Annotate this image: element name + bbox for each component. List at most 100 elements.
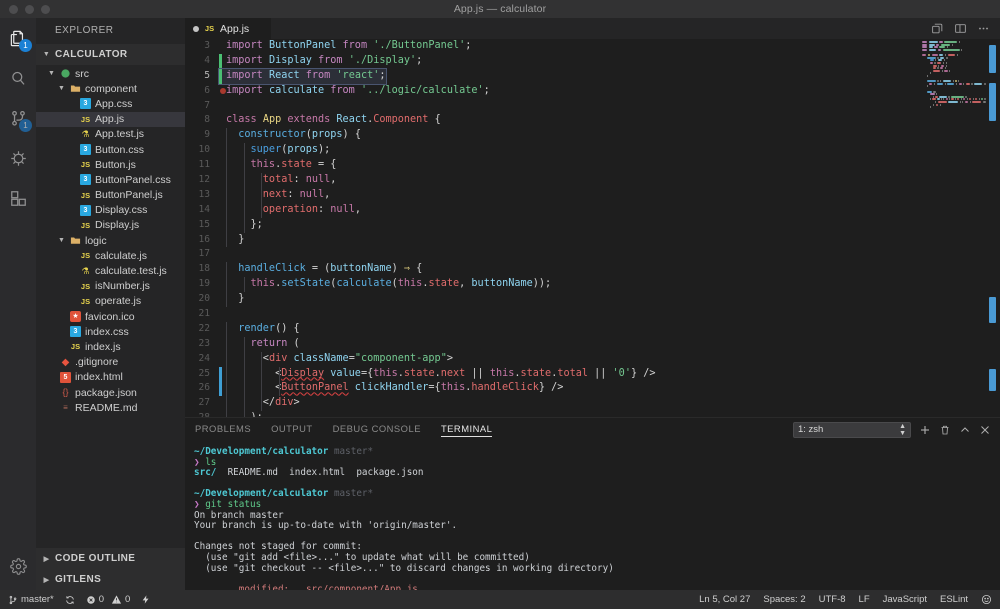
status-lightning[interactable] (141, 594, 151, 605)
code-line[interactable]: 28 ); (185, 411, 918, 417)
tree-item-calculate-test-js[interactable]: ⚗ calculate.test.js (36, 263, 185, 278)
activity-item-source-control[interactable]: 1 (0, 98, 36, 138)
status-problems[interactable]: 0 0 (86, 594, 130, 605)
overview-ruler-mark[interactable] (989, 45, 996, 73)
code-line[interactable]: 24 <div className="component-app"> (185, 351, 918, 367)
chevron-down-icon[interactable]: ▼ (57, 237, 66, 244)
code-line[interactable]: 13 next: null, (185, 187, 918, 203)
overview-ruler-mark[interactable] (989, 369, 996, 391)
activity-item-debug[interactable] (0, 138, 36, 178)
tree-item-readme-md[interactable]: ≡ README.md (36, 400, 185, 415)
tab-app-js[interactable]: JS App.js (185, 18, 271, 39)
terminal-select[interactable]: 1: zsh ▲ ▼ (793, 421, 911, 438)
code-line[interactable]: 22 render() { (185, 321, 918, 337)
tree-item-index-html[interactable]: 5 index.html (36, 370, 185, 385)
code-editor[interactable]: 3 import ButtonPanel from './ButtonPanel'… (185, 39, 918, 417)
tree-item-favicon-ico[interactable]: ★ favicon.ico (36, 309, 185, 324)
code-line[interactable]: 19 this.setState(calculate(this.state, b… (185, 277, 918, 293)
tree-item-index-css[interactable]: 3 index.css (36, 324, 185, 339)
layout-panel-icon[interactable] (954, 22, 967, 35)
panel-tab-terminal[interactable]: TERMINAL (440, 423, 493, 437)
tree-item-button-js[interactable]: JS Button.js (36, 157, 185, 172)
code-line[interactable]: 14 operation: null, (185, 202, 918, 218)
activity-item-settings[interactable] (0, 546, 36, 586)
panel-tab-debug-console[interactable]: DEBUG CONSOLE (333, 423, 421, 436)
sidebar-section-gitlens[interactable]: ▶ GITLENS (36, 569, 185, 590)
panel-tab-problems[interactable]: PROBLEMS (195, 423, 251, 436)
code-text: handleClick = (buttonName) ⇒ { (226, 263, 423, 275)
code-line[interactable]: 27 </div> (185, 396, 918, 412)
code-line[interactable]: 15 }; (185, 217, 918, 233)
maximize-panel-icon[interactable] (959, 424, 971, 436)
tree-item-button-css[interactable]: 3 Button.css (36, 142, 185, 157)
code-line[interactable]: 7 (185, 99, 918, 114)
overview-ruler[interactable] (986, 39, 1000, 417)
tree-item-component[interactable]: ▼ component (36, 81, 185, 96)
css-icon: 3 (80, 98, 91, 110)
split-editor-vertical-icon[interactable] (931, 22, 944, 35)
status-eslint[interactable]: ESLint (940, 594, 968, 605)
code-line[interactable]: 4 import Display from './Display'; (185, 53, 918, 69)
close-panel-icon[interactable] (979, 424, 991, 436)
tree-item-gitignore[interactable]: ◆ .gitignore (36, 355, 185, 370)
tree-item-isnumber-js[interactable]: JS isNumber.js (36, 279, 185, 294)
code-line[interactable]: 18 handleClick = (buttonName) ⇒ { (185, 262, 918, 278)
code-line[interactable]: 16 } (185, 232, 918, 248)
tree-item-display-css[interactable]: 3 Display.css (36, 203, 185, 218)
code-line[interactable]: 12 total: null, (185, 173, 918, 188)
status-language-mode[interactable]: JavaScript (883, 594, 927, 605)
code-line[interactable]: 25 <Display value={this.state.next || th… (185, 366, 918, 382)
code-line[interactable]: 9 constructor(props) { (185, 128, 918, 144)
overview-ruler-mark[interactable] (989, 83, 996, 121)
code-line[interactable]: 23 return ( (185, 336, 918, 352)
tree-item-label: Button.css (95, 143, 145, 156)
kill-terminal-icon[interactable] (939, 424, 951, 436)
file-tree[interactable]: ▼ src ▼ component 3 App.css JS App.js ⚗ App.test.… (36, 65, 185, 548)
status-eol[interactable]: LF (859, 594, 870, 605)
code-line[interactable]: 21 (185, 307, 918, 322)
chevron-down-icon[interactable]: ▼ (47, 70, 56, 77)
activity-item-search[interactable] (0, 58, 36, 98)
activity-item-explorer[interactable]: 1 (0, 18, 36, 58)
code-line[interactable]: 3 import ButtonPanel from './ButtonPanel'… (185, 39, 918, 54)
tree-item-app-test-js[interactable]: ⚗ App.test.js (36, 127, 185, 142)
status-sync[interactable] (65, 595, 75, 605)
more-actions-icon[interactable] (977, 22, 990, 35)
status-indentation[interactable]: Spaces: 2 (763, 594, 805, 605)
status-cursor-position[interactable]: Ln 5, Col 27 (699, 594, 750, 605)
code-line[interactable]: 6 import calculate from '../logic/calcula… (185, 84, 918, 99)
tree-item-index-js[interactable]: JS index.js (36, 339, 185, 354)
sidebar-section-calculator[interactable]: ▼ CALCULATOR (36, 44, 185, 65)
tree-item-calculate-js[interactable]: JS calculate.js (36, 248, 185, 263)
code-line[interactable]: 17 (185, 247, 918, 262)
tree-item-src[interactable]: ▼ src (36, 66, 185, 81)
tree-item-buttonpanel-js[interactable]: JS ButtonPanel.js (36, 188, 185, 203)
code-line[interactable]: 20 } (185, 292, 918, 308)
line-number: 5 (204, 69, 210, 81)
tree-item-package-json[interactable]: {} package.json (36, 385, 185, 400)
code-text: } (226, 233, 245, 245)
add-terminal-icon[interactable] (919, 424, 931, 436)
tree-item-logic[interactable]: ▼ logic (36, 233, 185, 248)
terminal-output[interactable]: ~/Development/calculator master* ❯ ls src/… (185, 441, 1000, 590)
code-line[interactable]: 8 class App extends React.Component { (185, 113, 918, 128)
code-line[interactable]: 5 import React from 'react'; (185, 67, 918, 85)
warning-icon (111, 595, 122, 604)
tree-item-operate-js[interactable]: JS operate.js (36, 294, 185, 309)
status-feedback[interactable] (981, 594, 992, 605)
tree-item-app-js[interactable]: JS App.js (36, 111, 185, 127)
tree-item-app-css[interactable]: 3 App.css (36, 96, 185, 111)
minimap[interactable] (918, 39, 987, 417)
activity-item-extensions[interactable] (0, 178, 36, 218)
status-encoding[interactable]: UTF-8 (819, 594, 846, 605)
code-line[interactable]: 11 this.state = { (185, 158, 918, 174)
tree-item-buttonpanel-css[interactable]: 3 ButtonPanel.css (36, 172, 185, 187)
status-branch[interactable]: master* (8, 594, 54, 605)
overview-ruler-mark[interactable] (989, 297, 996, 323)
tree-item-display-js[interactable]: JS Display.js (36, 218, 185, 233)
code-line[interactable]: 10 super(props); (185, 143, 918, 159)
chevron-down-icon[interactable]: ▼ (57, 85, 66, 92)
panel-tab-output[interactable]: OUTPUT (271, 423, 313, 436)
code-line[interactable]: 26 <ButtonPanel clickHandler={this.handl… (185, 381, 918, 397)
sidebar-section-code-outline[interactable]: ▶ CODE OUTLINE (36, 548, 185, 569)
